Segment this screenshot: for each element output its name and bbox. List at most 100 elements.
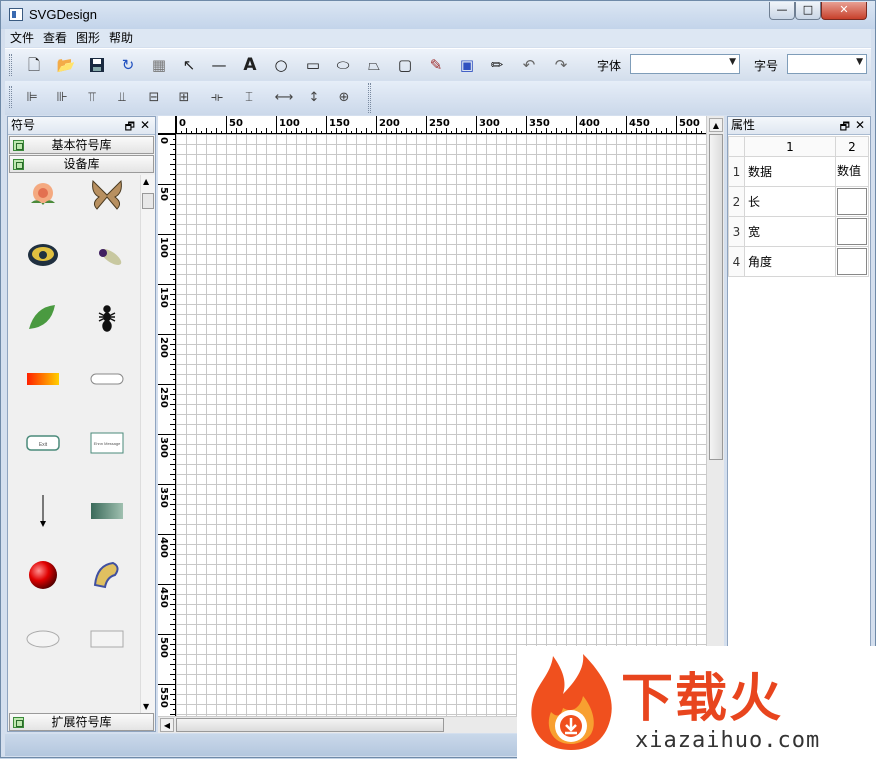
angle-input[interactable] — [837, 248, 867, 275]
scroll-down-icon[interactable]: ▼ — [143, 702, 149, 711]
property-value-cell[interactable] — [835, 186, 869, 217]
rounded-rect-icon[interactable]: ▢ — [394, 54, 416, 76]
font-select[interactable]: ▼ — [630, 54, 740, 74]
redo-icon[interactable]: ↷ — [550, 54, 572, 76]
gradient-bar-icon[interactable] — [25, 361, 61, 397]
menu-view[interactable]: 查看 — [38, 29, 71, 46]
ruler-label: 100 — [158, 237, 169, 258]
image-tool-icon[interactable]: ▣ — [456, 54, 478, 76]
same-height-icon[interactable]: ↕ — [303, 87, 325, 109]
table-row[interactable]: 2 长 — [728, 186, 869, 217]
symbol-list: Exit Ehnn Message — [9, 175, 140, 713]
table-row[interactable]: 1 数据 数值 — [728, 156, 869, 187]
library-extension[interactable]: 扩展符号库 — [9, 713, 154, 731]
message-box-icon[interactable]: Ehnn Message — [89, 425, 125, 461]
vertical-ruler: 0 50 100 150 200 250 300 350 400 450 500 550 — [158, 134, 176, 718]
menu-help[interactable]: 帮助 — [104, 29, 137, 46]
save-icon[interactable] — [86, 54, 108, 76]
menu-file[interactable]: 文件 — [5, 29, 38, 46]
same-size-icon[interactable]: ⊕ — [333, 87, 355, 109]
ellipse-tool-icon[interactable]: ⬭ — [332, 54, 354, 76]
menu-shape[interactable]: 图形 — [71, 29, 104, 46]
canvas-vscroll-thumb[interactable] — [709, 134, 723, 460]
ruler-label: 350 — [529, 118, 550, 129]
butterfly-icon[interactable] — [89, 177, 125, 213]
distribute-h-icon[interactable]: ⟛ — [206, 87, 228, 109]
scroll-thumb[interactable] — [142, 193, 154, 209]
library-basic[interactable]: 基本符号库 — [9, 136, 154, 154]
message-box-text: Ehnn Message — [94, 441, 121, 446]
size-select[interactable]: ▼ — [787, 54, 867, 74]
column-header: 2 — [835, 136, 869, 157]
align-top-icon[interactable]: ⫪ — [81, 87, 103, 109]
rect-tool-icon[interactable]: ▭ — [302, 54, 324, 76]
same-width-icon[interactable]: ⟷ — [273, 87, 295, 109]
undo-icon[interactable]: ↶ — [518, 54, 540, 76]
property-name[interactable]: 数据 — [744, 156, 836, 187]
align-center-v-icon[interactable]: ⊞ — [173, 87, 195, 109]
select-arrow-icon[interactable]: ↖ — [178, 54, 200, 76]
distribute-v-icon[interactable]: ⌶ — [238, 87, 260, 109]
row-number: 1 — [728, 156, 745, 187]
polygon-tool-icon[interactable]: ⏢ — [363, 54, 385, 76]
grid-icon[interactable]: ▦ — [148, 54, 170, 76]
new-file-icon[interactable]: 🗋 — [23, 54, 45, 76]
exit-button-icon[interactable]: Exit — [25, 425, 61, 461]
line-tool-icon[interactable]: — — [208, 54, 230, 76]
property-value[interactable]: 数值 — [835, 156, 869, 187]
leaf-icon[interactable] — [25, 299, 61, 335]
symbol-panel-header: 符号 🗗 ✕ — [8, 117, 155, 135]
property-name[interactable]: 长 — [744, 186, 836, 217]
paint-icon[interactable]: ✎ — [425, 54, 447, 76]
library-device[interactable]: 设备库 — [9, 155, 154, 173]
scroll-up-icon[interactable]: ▲ — [709, 118, 723, 132]
pin-icon[interactable]: 🗗 — [125, 118, 135, 135]
toolbar-grip[interactable] — [9, 54, 12, 76]
scroll-left-icon[interactable]: ◀ — [160, 718, 174, 732]
canvas-hscroll-thumb[interactable] — [176, 718, 444, 732]
text-tool-icon[interactable]: A — [239, 54, 261, 76]
rectangle-shape-icon[interactable] — [89, 621, 125, 657]
open-folder-icon[interactable]: 📂 — [55, 54, 77, 76]
circle-tool-icon[interactable]: ○ — [270, 54, 292, 76]
canvas-vertical-scrollbar[interactable]: ▲ — [706, 116, 724, 718]
maximize-button[interactable]: □ — [795, 2, 821, 20]
align-bottom-icon[interactable]: ⫫ — [111, 87, 133, 109]
width-input[interactable] — [837, 218, 867, 245]
ruler-label: 500 — [158, 637, 169, 658]
refresh-icon[interactable]: ↻ — [117, 54, 139, 76]
swirl-icon[interactable] — [89, 557, 125, 593]
symbol-scrollbar[interactable]: ▲ ▼ — [140, 175, 155, 713]
drawing-canvas[interactable] — [176, 134, 706, 718]
align-center-h-icon[interactable]: ⊟ — [143, 87, 165, 109]
ruler-label: 450 — [629, 118, 650, 129]
scroll-up-icon[interactable]: ▲ — [143, 177, 149, 186]
gradient-rect-icon[interactable] — [89, 493, 125, 529]
property-value-cell[interactable] — [835, 216, 869, 247]
close-icon[interactable]: ✕ — [855, 117, 865, 134]
close-icon[interactable]: ✕ — [140, 117, 150, 134]
ellipse-shape-icon[interactable] — [25, 621, 61, 657]
pencil-icon[interactable]: ✏ — [486, 54, 508, 76]
flower-icon[interactable] — [25, 177, 61, 213]
property-name[interactable]: 角度 — [744, 246, 836, 277]
fish-icon[interactable] — [25, 237, 61, 273]
table-row[interactable]: 4 角度 — [728, 246, 869, 277]
pin-icon[interactable]: 🗗 — [840, 118, 850, 135]
close-button[interactable]: ✕ — [821, 2, 867, 20]
align-right-icon[interactable]: ⊪ — [51, 87, 73, 109]
length-input[interactable] — [837, 188, 867, 215]
property-value-cell[interactable] — [835, 246, 869, 277]
red-ball-icon[interactable] — [25, 557, 61, 593]
table-row[interactable]: 3 宽 — [728, 216, 869, 247]
horizontal-ruler: 0 50 100 150 200 250 300 350 400 450 500 — [176, 116, 706, 134]
watermark-url: xiazaihuo.com — [635, 728, 821, 753]
align-left-icon[interactable]: ⊫ — [21, 87, 43, 109]
pill-button-icon[interactable] — [89, 361, 125, 397]
minimize-button[interactable]: — — [769, 2, 795, 20]
insect-icon[interactable] — [89, 237, 125, 273]
ant-icon[interactable] — [89, 299, 125, 335]
property-name[interactable]: 宽 — [744, 216, 836, 247]
toolbar-grip[interactable] — [9, 86, 12, 108]
arrow-down-icon[interactable] — [25, 493, 61, 529]
